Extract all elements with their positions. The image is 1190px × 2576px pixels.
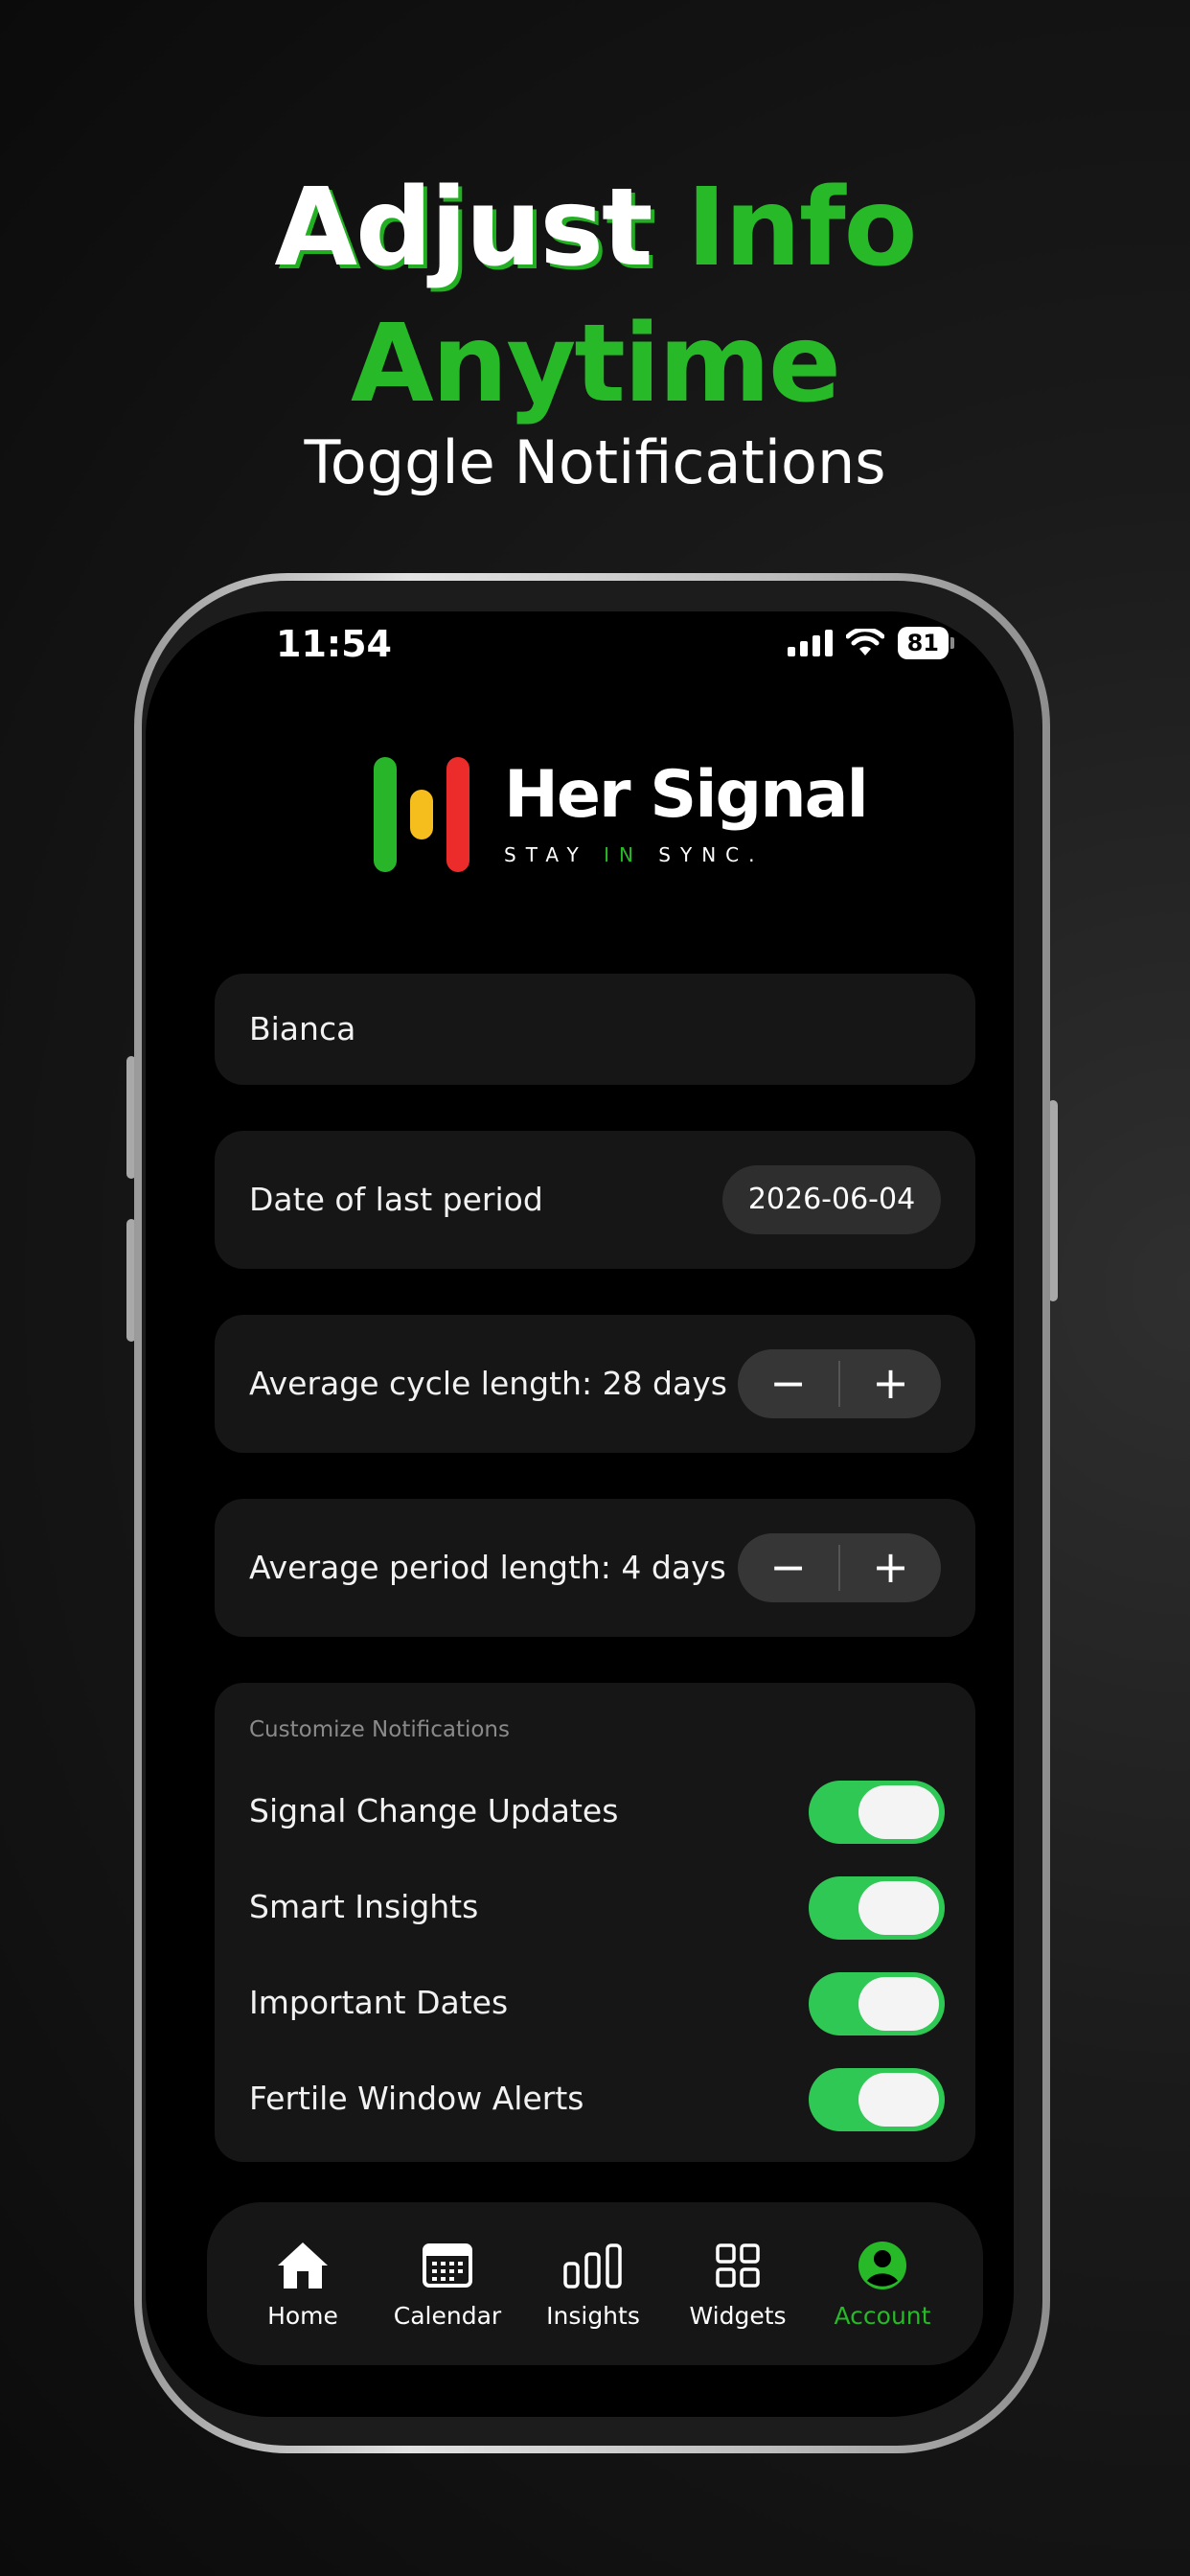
tab-account[interactable]: Account xyxy=(815,2237,950,2330)
important-dates-toggle[interactable] xyxy=(809,1972,945,2036)
tab-calendar[interactable]: Calendar xyxy=(380,2237,515,2330)
notification-label: Signal Change Updates xyxy=(249,1792,619,1829)
bottom-tab-bar: Home Calendar Insights Widgets Account xyxy=(207,2202,983,2365)
wifi-icon xyxy=(845,629,884,656)
notifications-card: Customize Notifications Signal Change Up… xyxy=(215,1683,975,2162)
notification-row: Signal Change Updates xyxy=(249,1781,945,1848)
signal-icon xyxy=(787,630,833,656)
notification-label: Important Dates xyxy=(249,1984,509,2021)
tab-insights-label: Insights xyxy=(546,2302,640,2330)
status-icons: 81 xyxy=(787,627,954,659)
phone-screen: 11:54 81 Her Signal STAY IN SYNC. Bianca… xyxy=(146,611,1014,2417)
notification-label: Fertile Window Alerts xyxy=(249,2080,584,2117)
cycle-length-row: Average cycle length: 28 days − + xyxy=(215,1315,975,1453)
status-time: 11:54 xyxy=(276,623,392,665)
grid-icon xyxy=(716,2243,760,2288)
cycle-decrement-button[interactable]: − xyxy=(738,1349,838,1418)
headline-line-1: Adjust Info xyxy=(0,161,1190,295)
signal-bars-logo-icon xyxy=(374,755,469,874)
notification-row: Smart Insights xyxy=(249,1876,945,1944)
notifications-heading: Customize Notifications xyxy=(249,1717,510,1742)
last-period-label: Date of last period xyxy=(249,1181,543,1218)
tab-widgets-label: Widgets xyxy=(689,2302,787,2330)
tab-home[interactable]: Home xyxy=(236,2237,370,2330)
notification-label: Smart Insights xyxy=(249,1888,479,1925)
period-increment-button[interactable]: + xyxy=(840,1533,941,1602)
notification-row: Fertile Window Alerts xyxy=(249,2068,945,2135)
cycle-increment-button[interactable]: + xyxy=(840,1349,941,1418)
name-field[interactable]: Bianca xyxy=(215,974,975,1085)
tab-calendar-label: Calendar xyxy=(393,2302,502,2330)
home-icon xyxy=(278,2242,328,2288)
signal-change-toggle[interactable] xyxy=(809,1781,945,1844)
last-period-date-picker[interactable]: 2026-06-04 xyxy=(722,1165,941,1234)
period-length-stepper[interactable]: − + xyxy=(738,1533,941,1602)
headline-word-adjust: Adjust xyxy=(274,166,652,290)
period-length-label: Average period length: 4 days xyxy=(249,1549,726,1586)
brand-logo: Her Signal STAY IN SYNC. xyxy=(374,755,869,874)
headline-word-info: Info xyxy=(686,166,918,290)
battery-icon: 81 xyxy=(897,627,949,659)
smart-insights-toggle[interactable] xyxy=(809,1876,945,1940)
tab-widgets[interactable]: Widgets xyxy=(671,2237,805,2330)
name-value: Bianca xyxy=(249,1010,356,1047)
period-decrement-button[interactable]: − xyxy=(738,1533,838,1602)
bar-chart-icon xyxy=(563,2243,622,2288)
period-length-row: Average period length: 4 days − + xyxy=(215,1499,975,1637)
cycle-length-label: Average cycle length: 28 days xyxy=(249,1365,727,1402)
fertile-window-toggle[interactable] xyxy=(809,2068,945,2131)
cycle-length-stepper[interactable]: − + xyxy=(738,1349,941,1418)
tab-insights[interactable]: Insights xyxy=(526,2237,660,2330)
tab-home-label: Home xyxy=(267,2302,338,2330)
brand-name: Her Signal xyxy=(504,757,869,833)
headline-subtitle: Toggle Notifications xyxy=(304,427,886,497)
account-icon xyxy=(858,2242,906,2289)
brand-tagline: STAY IN SYNC. xyxy=(504,843,765,866)
headline-word-anytime: Anytime xyxy=(350,302,841,426)
tab-account-label: Account xyxy=(834,2302,931,2330)
last-period-row: Date of last period 2026-06-04 xyxy=(215,1131,975,1269)
notification-row: Important Dates xyxy=(249,1972,945,2039)
headline-line-2: Anytime xyxy=(0,297,1190,431)
calendar-icon xyxy=(423,2243,472,2288)
